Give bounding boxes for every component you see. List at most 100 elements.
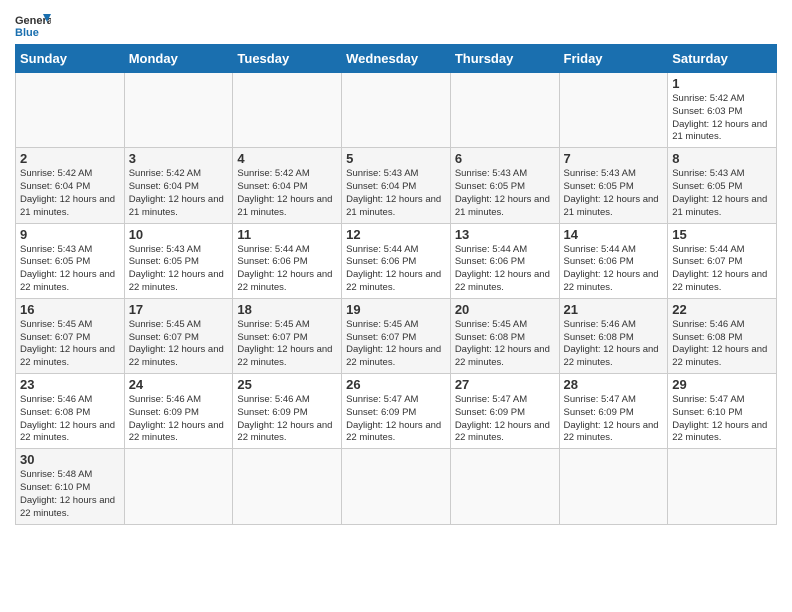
calendar-cell (124, 449, 233, 524)
calendar-cell: 27Sunrise: 5:47 AMSunset: 6:09 PMDayligh… (450, 374, 559, 449)
calendar-week-row: 9 Sunrise: 5:43 AMSunset: 6:05 PMDaylight… (16, 223, 777, 298)
calendar-table: SundayMondayTuesdayWednesdayThursdayFrid… (15, 44, 777, 525)
calendar-cell: 19Sunrise: 5:45 AMSunset: 6:07 PMDayligh… (342, 298, 451, 373)
calendar-cell (124, 73, 233, 148)
general-blue-logo-icon: General Blue (15, 10, 51, 40)
day-info: Sunrise: 5:42 AMSunset: 6:04 PMDaylight:… (20, 168, 120, 219)
day-number: 10 (129, 227, 229, 242)
day-info: Sunrise: 5:46 AMSunset: 6:09 PMDaylight:… (129, 394, 229, 445)
day-info: Sunrise: 5:45 AMSunset: 6:07 PMDaylight:… (20, 319, 120, 370)
day-info: Sunrise: 5:47 AMSunset: 6:09 PMDaylight:… (346, 394, 446, 445)
day-number: 26 (346, 377, 446, 392)
day-number: 25 (237, 377, 337, 392)
day-info: Sunrise: 5:44 AMSunset: 6:06 PMDaylight:… (237, 244, 337, 295)
day-number: 11 (237, 227, 337, 242)
day-info: Sunrise: 5:46 AMSunset: 6:08 PMDaylight:… (20, 394, 120, 445)
day-info: Sunrise: 5:43 AMSunset: 6:05 PMDaylight:… (129, 244, 229, 295)
day-number: 28 (564, 377, 664, 392)
calendar-cell: 17 Sunrise: 5:45 AMSunset: 6:07 PMDayligh… (124, 298, 233, 373)
calendar-cell: 14 Sunrise: 5:44 AMSunset: 6:06 PMDayligh… (559, 223, 668, 298)
calendar-cell (450, 449, 559, 524)
day-number: 9 (20, 227, 120, 242)
calendar-cell: 24 Sunrise: 5:46 AMSunset: 6:09 PMDayligh… (124, 374, 233, 449)
calendar-cell (559, 449, 668, 524)
calendar-cell: 21 Sunrise: 5:46 AMSunset: 6:08 PMDayligh… (559, 298, 668, 373)
day-number: 3 (129, 151, 229, 166)
day-info: Sunrise: 5:48 AMSunset: 6:10 PMDaylight:… (20, 469, 120, 520)
day-number: 30 (20, 452, 120, 467)
calendar-cell: 1Sunrise: 5:42 AMSunset: 6:03 PMDaylight… (668, 73, 777, 148)
calendar-cell (668, 449, 777, 524)
calendar-week-row: 23 Sunrise: 5:46 AMSunset: 6:08 PMDayligh… (16, 374, 777, 449)
calendar-cell: 11 Sunrise: 5:44 AMSunset: 6:06 PMDayligh… (233, 223, 342, 298)
calendar-cell: 28 Sunrise: 5:47 AMSunset: 6:09 PMDayligh… (559, 374, 668, 449)
day-info: Sunrise: 5:42 AMSunset: 6:03 PMDaylight:… (672, 93, 772, 144)
day-info: Sunrise: 5:44 AMSunset: 6:06 PMDaylight:… (346, 244, 446, 295)
day-info: Sunrise: 5:45 AMSunset: 6:07 PMDaylight:… (237, 319, 337, 370)
header: General Blue (15, 10, 777, 40)
day-info: Sunrise: 5:43 AMSunset: 6:05 PMDaylight:… (672, 168, 772, 219)
day-info: Sunrise: 5:45 AMSunset: 6:08 PMDaylight:… (455, 319, 555, 370)
day-number: 23 (20, 377, 120, 392)
day-number: 21 (564, 302, 664, 317)
day-number: 5 (346, 151, 446, 166)
day-number: 4 (237, 151, 337, 166)
day-number: 18 (237, 302, 337, 317)
header-cell-friday: Friday (559, 45, 668, 73)
calendar-cell: 20Sunrise: 5:45 AMSunset: 6:08 PMDayligh… (450, 298, 559, 373)
day-number: 27 (455, 377, 555, 392)
day-number: 22 (672, 302, 772, 317)
header-cell-saturday: Saturday (668, 45, 777, 73)
day-info: Sunrise: 5:44 AMSunset: 6:07 PMDaylight:… (672, 244, 772, 295)
calendar-cell: 22Sunrise: 5:46 AMSunset: 6:08 PMDayligh… (668, 298, 777, 373)
day-info: Sunrise: 5:43 AMSunset: 6:05 PMDaylight:… (20, 244, 120, 295)
day-number: 6 (455, 151, 555, 166)
day-number: 8 (672, 151, 772, 166)
day-info: Sunrise: 5:42 AMSunset: 6:04 PMDaylight:… (129, 168, 229, 219)
day-info: Sunrise: 5:45 AMSunset: 6:07 PMDaylight:… (129, 319, 229, 370)
calendar-header-row: SundayMondayTuesdayWednesdayThursdayFrid… (16, 45, 777, 73)
day-info: Sunrise: 5:42 AMSunset: 6:04 PMDaylight:… (237, 168, 337, 219)
logo: General Blue (15, 10, 51, 40)
day-info: Sunrise: 5:46 AMSunset: 6:09 PMDaylight:… (237, 394, 337, 445)
calendar-cell: 2Sunrise: 5:42 AMSunset: 6:04 PMDaylight… (16, 148, 125, 223)
header-cell-sunday: Sunday (16, 45, 125, 73)
calendar-cell: 25 Sunrise: 5:46 AMSunset: 6:09 PMDayligh… (233, 374, 342, 449)
calendar-cell (342, 73, 451, 148)
header-cell-thursday: Thursday (450, 45, 559, 73)
calendar-cell: 29Sunrise: 5:47 AMSunset: 6:10 PMDayligh… (668, 374, 777, 449)
svg-text:Blue: Blue (15, 27, 39, 39)
day-info: Sunrise: 5:46 AMSunset: 6:08 PMDaylight:… (564, 319, 664, 370)
day-info: Sunrise: 5:44 AMSunset: 6:06 PMDaylight:… (564, 244, 664, 295)
day-number: 24 (129, 377, 229, 392)
calendar-cell: 13 Sunrise: 5:44 AMSunset: 6:06 PMDayligh… (450, 223, 559, 298)
day-number: 13 (455, 227, 555, 242)
calendar-cell (342, 449, 451, 524)
calendar-cell: 6Sunrise: 5:43 AMSunset: 6:05 PMDaylight… (450, 148, 559, 223)
calendar-cell: 3 Sunrise: 5:42 AMSunset: 6:04 PMDaylight… (124, 148, 233, 223)
day-number: 15 (672, 227, 772, 242)
calendar-cell: 9 Sunrise: 5:43 AMSunset: 6:05 PMDaylight… (16, 223, 125, 298)
day-info: Sunrise: 5:43 AMSunset: 6:05 PMDaylight:… (564, 168, 664, 219)
calendar-cell: 12 Sunrise: 5:44 AMSunset: 6:06 PMDayligh… (342, 223, 451, 298)
day-number: 17 (129, 302, 229, 317)
calendar-cell: 4 Sunrise: 5:42 AMSunset: 6:04 PMDaylight… (233, 148, 342, 223)
day-info: Sunrise: 5:44 AMSunset: 6:06 PMDaylight:… (455, 244, 555, 295)
day-info: Sunrise: 5:47 AMSunset: 6:09 PMDaylight:… (564, 394, 664, 445)
calendar-cell: 5 Sunrise: 5:43 AMSunset: 6:04 PMDaylight… (342, 148, 451, 223)
calendar-cell: 23 Sunrise: 5:46 AMSunset: 6:08 PMDayligh… (16, 374, 125, 449)
day-number: 12 (346, 227, 446, 242)
day-number: 7 (564, 151, 664, 166)
calendar-cell (233, 449, 342, 524)
calendar-cell (233, 73, 342, 148)
calendar-week-row: 2Sunrise: 5:42 AMSunset: 6:04 PMDaylight… (16, 148, 777, 223)
calendar-cell: 15 Sunrise: 5:44 AMSunset: 6:07 PMDayligh… (668, 223, 777, 298)
day-number: 14 (564, 227, 664, 242)
day-info: Sunrise: 5:47 AMSunset: 6:10 PMDaylight:… (672, 394, 772, 445)
calendar-week-row: 16Sunrise: 5:45 AMSunset: 6:07 PMDayligh… (16, 298, 777, 373)
day-info: Sunrise: 5:43 AMSunset: 6:04 PMDaylight:… (346, 168, 446, 219)
header-cell-tuesday: Tuesday (233, 45, 342, 73)
calendar-cell: 8 Sunrise: 5:43 AMSunset: 6:05 PMDaylight… (668, 148, 777, 223)
calendar-cell (559, 73, 668, 148)
header-cell-wednesday: Wednesday (342, 45, 451, 73)
